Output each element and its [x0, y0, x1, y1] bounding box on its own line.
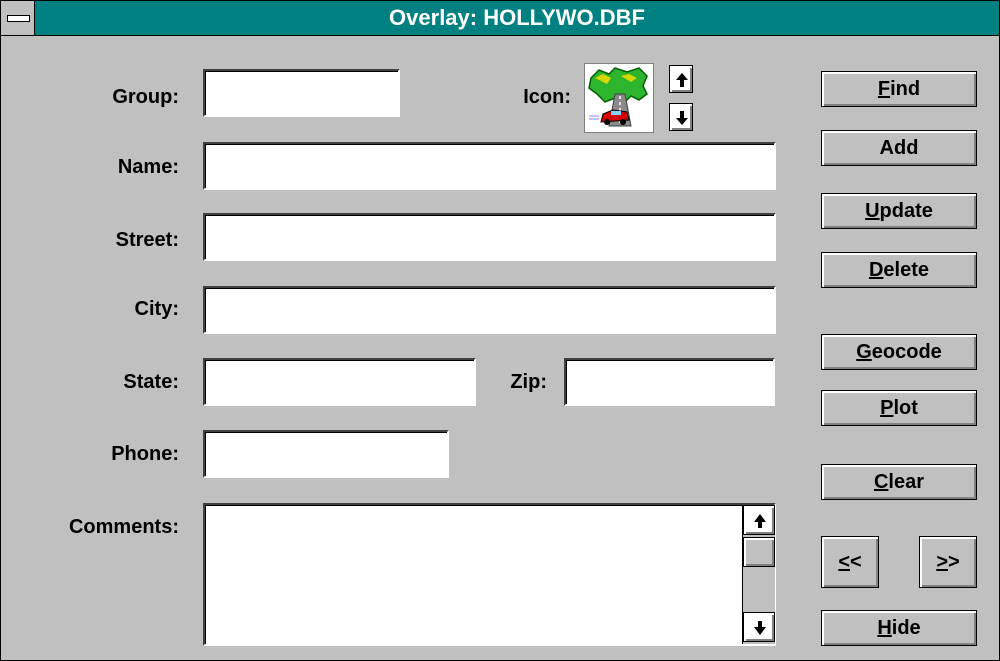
- group-label: Group:: [112, 86, 179, 108]
- find-label: ind: [890, 78, 921, 100]
- geocode-mnemonic: G: [856, 341, 872, 363]
- window-title: Overlay: HOLLYWO.DBF: [389, 5, 645, 30]
- title-bar: Overlay: HOLLYWO.DBF: [1, 1, 999, 36]
- find-mnemonic: F: [877, 78, 891, 100]
- next-record-button[interactable]: >>: [919, 536, 977, 588]
- find-button[interactable]: Find: [821, 71, 977, 107]
- city-field[interactable]: [203, 286, 776, 334]
- overlay-window: Overlay: HOLLYWO.DBF Group: Icon: Name: …: [0, 0, 1000, 661]
- map-car-icon: [588, 67, 648, 127]
- state-field[interactable]: [203, 358, 476, 406]
- prev-label: <: [850, 551, 862, 573]
- update-mnemonic: U: [865, 200, 880, 222]
- city-label: City:: [134, 298, 179, 320]
- update-button[interactable]: Update: [821, 193, 977, 229]
- name-input[interactable]: [205, 144, 774, 188]
- system-menu-button[interactable]: [1, 1, 35, 35]
- name-field[interactable]: [203, 142, 776, 190]
- clear-button[interactable]: Clear: [821, 464, 977, 500]
- delete-button[interactable]: Delete: [821, 252, 977, 288]
- arrow-down-icon: [754, 621, 766, 635]
- city-input[interactable]: [205, 288, 774, 332]
- state-input[interactable]: [205, 360, 474, 404]
- icon-label: Icon:: [523, 86, 571, 108]
- geocode-label: eocode: [871, 341, 942, 363]
- name-label: Name:: [117, 156, 179, 178]
- hide-mnemonic: H: [877, 617, 892, 639]
- comments-scrollbar[interactable]: [742, 505, 775, 644]
- zip-input[interactable]: [566, 360, 773, 404]
- previous-record-button[interactable]: <<: [821, 536, 879, 588]
- street-input[interactable]: [205, 215, 774, 259]
- geocode-button[interactable]: Geocode: [821, 334, 977, 370]
- group-field[interactable]: [203, 69, 400, 117]
- hide-label: ide: [891, 617, 921, 639]
- icon-preview: [584, 63, 654, 133]
- comments-label: Comments:: [68, 516, 179, 538]
- arrow-up-icon: [676, 73, 688, 87]
- next-mnemonic: >: [936, 551, 948, 573]
- state-label: State:: [123, 371, 179, 393]
- plot-label: lot: [893, 397, 918, 419]
- add-button[interactable]: Add: [821, 130, 977, 166]
- phone-label: Phone:: [111, 443, 179, 465]
- next-label: >: [948, 551, 960, 573]
- comments-field[interactable]: [203, 503, 776, 646]
- icon-prev-button[interactable]: [669, 65, 693, 93]
- prev-mnemonic: <: [838, 551, 850, 573]
- street-label: Street:: [115, 229, 179, 251]
- clear-label: lear: [888, 471, 925, 493]
- scroll-down-button[interactable]: [743, 612, 775, 642]
- icon-next-button[interactable]: [669, 103, 693, 131]
- add-label: Add: [879, 137, 919, 159]
- scroll-thumb[interactable]: [743, 537, 775, 567]
- arrow-down-icon: [676, 111, 688, 125]
- zip-label: Zip:: [510, 371, 547, 393]
- zip-field[interactable]: [564, 358, 775, 406]
- plot-button[interactable]: Plot: [821, 390, 977, 426]
- scroll-up-button[interactable]: [743, 505, 775, 535]
- arrow-up-icon: [754, 514, 766, 528]
- comments-textarea[interactable]: [205, 505, 741, 644]
- phone-input[interactable]: [205, 432, 447, 476]
- delete-label: elete: [883, 259, 930, 281]
- street-field[interactable]: [203, 213, 776, 261]
- delete-mnemonic: D: [868, 259, 884, 281]
- phone-field[interactable]: [203, 430, 449, 478]
- update-label: pdate: [879, 200, 933, 222]
- hide-button[interactable]: Hide: [821, 610, 977, 646]
- plot-mnemonic: P: [880, 397, 894, 419]
- clear-mnemonic: C: [873, 471, 889, 493]
- system-menu-icon: [7, 15, 30, 22]
- group-input[interactable]: [205, 71, 398, 115]
